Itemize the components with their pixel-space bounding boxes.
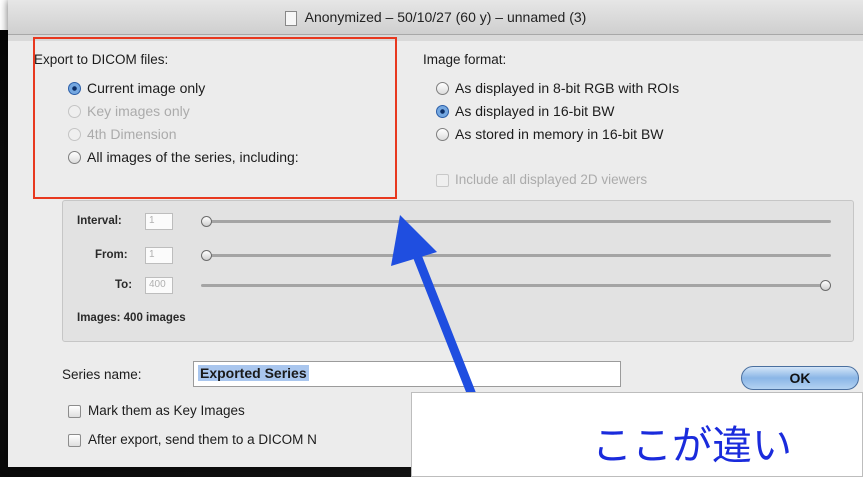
arrow-head <box>391 215 437 266</box>
arrow-shaft <box>413 253 479 405</box>
annotation-callout: ここが違い <box>411 392 863 477</box>
callout-text: ここが違い <box>592 423 792 469</box>
